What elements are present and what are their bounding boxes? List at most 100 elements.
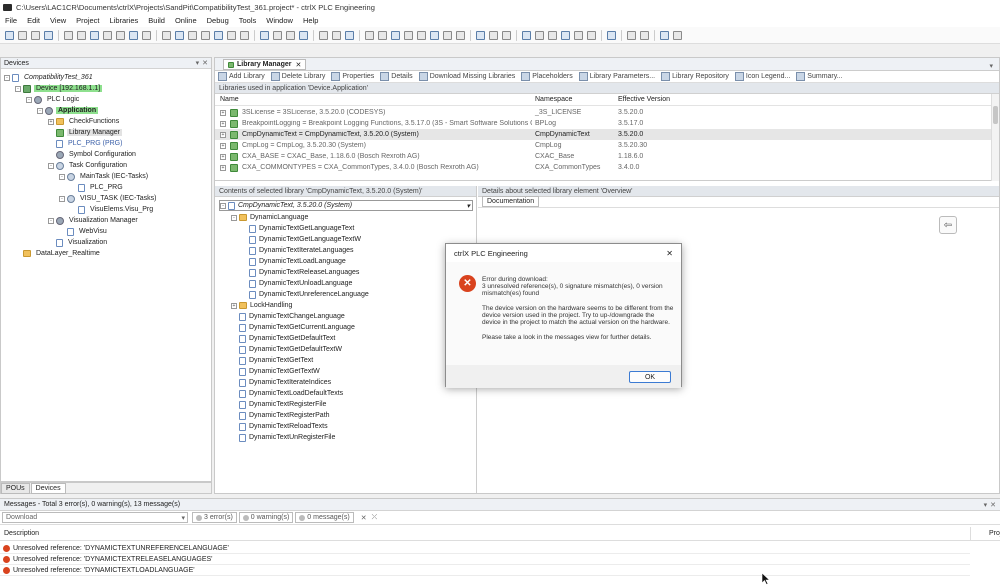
toolbar-button-icon[interactable] — [116, 30, 125, 40]
close-icon[interactable]: ✕ — [202, 59, 208, 67]
toolbar-button-icon[interactable] — [607, 30, 616, 40]
contents-item[interactable]: DynamicTextUnloadLanguage — [241, 278, 352, 289]
expand-toggle-icon[interactable]: - — [37, 107, 43, 114]
tab-library-manager[interactable]: Library Manager ✕ — [223, 59, 307, 70]
toolbar-button-icon[interactable] — [456, 30, 465, 40]
toolbar-button-icon[interactable] — [345, 30, 354, 40]
contents-item[interactable]: DynamicTextRegisterPath — [231, 410, 330, 421]
menu-online[interactable]: Online — [170, 16, 202, 25]
toolbar-button-icon[interactable] — [378, 30, 387, 40]
tree-item[interactable]: - Task Configuration — [48, 160, 129, 171]
contents-item[interactable]: DynamicTextGetLanguageText — [241, 223, 354, 234]
message-source-select[interactable]: Download ▾ — [2, 512, 188, 523]
contents-item[interactable]: DynamicTextUnreferenceLanguage — [241, 289, 369, 300]
lib-toolbar-placeholders[interactable]: Placeholders — [518, 72, 575, 81]
contents-item[interactable]: DynamicTextRegisterFile — [231, 399, 326, 410]
contents-item[interactable]: DynamicTextChangeLanguage — [231, 311, 345, 322]
toolbar-button-icon[interactable] — [319, 30, 328, 40]
filter-messages[interactable]: 0 message(s) — [295, 512, 354, 523]
expand-toggle-icon[interactable]: - — [231, 214, 237, 221]
tree-item[interactable]: VisuElems.Visu_Prg — [70, 204, 155, 215]
toolbar-button-icon[interactable] — [365, 30, 374, 40]
expand-toggle-icon[interactable]: + — [48, 118, 54, 125]
close-tab-icon[interactable]: ✕ — [295, 61, 301, 69]
tree-item[interactable]: PLC_PRG — [70, 182, 125, 193]
contents-item[interactable]: DynamicTextReleaseLanguages — [241, 267, 359, 278]
lib-toolbar-library-repository[interactable]: Library Repository — [658, 72, 732, 81]
tree-item[interactable]: Symbol Configuration — [48, 149, 138, 160]
tree-item[interactable]: Library Manager — [48, 127, 122, 138]
tree-item[interactable]: - Application — [37, 105, 99, 116]
toolbar-button-icon[interactable] — [299, 30, 308, 40]
expand-toggle-icon[interactable]: - — [48, 217, 54, 224]
toolbar-button-icon[interactable] — [286, 30, 295, 40]
contents-item[interactable]: DynamicTextUnRegisterFile — [231, 432, 335, 443]
toolbar-button-icon[interactable] — [142, 30, 151, 40]
expand-toggle-icon[interactable]: + — [220, 153, 226, 160]
toolbar-button-icon[interactable] — [90, 30, 99, 40]
contents-item[interactable]: DynamicTextGetDefaultText — [231, 333, 335, 344]
contents-item[interactable]: DynamicTextIterateLanguages — [241, 245, 354, 256]
message-row[interactable]: Unresolved reference: 'DYNAMICTEXTRELEAS… — [0, 554, 970, 565]
column-project[interactable]: Proj — [970, 526, 1000, 541]
ok-button[interactable]: OK — [629, 371, 671, 383]
tree-item[interactable]: - VISU_TASK (IEC-Tasks) — [59, 193, 159, 204]
tree-item[interactable]: DataLayer_Realtime — [15, 248, 102, 259]
chevron-down-icon[interactable]: ▾ — [466, 202, 470, 210]
lib-toolbar-details[interactable]: Details — [377, 72, 415, 81]
toolbar-button-icon[interactable] — [587, 30, 596, 40]
contents-item[interactable]: DynamicTextGetLanguageTextW — [241, 234, 361, 245]
toolbar-button-icon[interactable] — [660, 30, 669, 40]
lib-toolbar-add-library[interactable]: Add Library — [215, 72, 268, 81]
expand-toggle-icon[interactable]: + — [220, 164, 226, 171]
lib-toolbar-properties[interactable]: Properties — [328, 72, 377, 81]
toolbar-button-icon[interactable] — [44, 30, 53, 40]
toolbar-button-icon[interactable] — [522, 30, 531, 40]
toolbar-button-icon[interactable] — [31, 30, 40, 40]
toolbar-button-icon[interactable] — [18, 30, 27, 40]
library-row[interactable]: + CXA_COMMONTYPES = CXA_CommonTypes, 3.4.… — [215, 162, 991, 173]
lib-toolbar-download-missing-libraries[interactable]: Download Missing Libraries — [416, 72, 519, 81]
menu-libraries[interactable]: Libraries — [105, 16, 144, 25]
tree-item[interactable]: - Visualization Manager — [48, 215, 140, 226]
toolbar-button-icon[interactable] — [430, 30, 439, 40]
menu-view[interactable]: View — [45, 16, 71, 25]
toolbar-button-icon[interactable] — [201, 30, 210, 40]
tree-item[interactable]: + CheckFunctions — [48, 116, 121, 127]
library-row[interactable]: + BreakpointLogging = Breakpoint Logging … — [215, 118, 991, 129]
toolbar-button-icon[interactable] — [548, 30, 557, 40]
back-arrow-icon[interactable]: ⇦ — [939, 216, 957, 234]
contents-item[interactable]: DynamicTextGetTextW — [231, 366, 320, 377]
contents-item[interactable]: + LockHandling — [231, 300, 292, 311]
expand-toggle-icon[interactable]: - — [26, 96, 32, 103]
dialog-close-icon[interactable]: ✕ — [666, 249, 673, 258]
lib-toolbar-summary[interactable]: Summary... — [793, 72, 845, 81]
menu-window[interactable]: Window — [261, 16, 298, 25]
panel-menu-icon[interactable]: ▾ — [989, 62, 993, 70]
expand-toggle-icon[interactable]: + — [220, 142, 226, 149]
expand-toggle-icon[interactable]: - — [15, 85, 21, 92]
menu-tools[interactable]: Tools — [234, 16, 262, 25]
toolbar-button-icon[interactable] — [103, 30, 112, 40]
tab-documentation[interactable]: Documentation — [482, 196, 540, 207]
column-namespace[interactable]: Namespace — [535, 96, 572, 103]
tree-item[interactable]: WebVisu — [59, 226, 109, 237]
contents-item[interactable]: DynamicTextGetCurrentLanguage — [231, 322, 355, 333]
library-row[interactable]: +3SLicense = 3SLicense, 3.5.20.0 (CODESY… — [215, 107, 991, 118]
toolbar-button-icon[interactable] — [404, 30, 413, 40]
toolbar-button-icon[interactable] — [332, 30, 341, 40]
tab-pous[interactable]: POUs — [1, 482, 30, 494]
tree-item[interactable]: Visualization — [48, 237, 109, 248]
toolbar-button-icon[interactable] — [561, 30, 570, 40]
column-name[interactable]: Name — [220, 96, 239, 103]
toolbar-button-icon[interactable] — [489, 30, 498, 40]
expand-toggle-icon[interactable]: + — [220, 120, 226, 127]
contents-item[interactable]: DynamicTextLoadLanguage — [241, 256, 346, 267]
toolbar-button-icon[interactable] — [175, 30, 184, 40]
libraries-scrollbar[interactable] — [991, 94, 999, 181]
expand-toggle-icon[interactable]: - — [48, 162, 54, 169]
menu-build[interactable]: Build — [143, 16, 170, 25]
contents-root[interactable]: - CmpDynamicText, 3.5.20.0 (System) ▾ — [219, 200, 473, 211]
contents-item[interactable]: - DynamicLanguage — [231, 212, 308, 223]
expand-toggle-icon[interactable]: + — [231, 302, 237, 309]
